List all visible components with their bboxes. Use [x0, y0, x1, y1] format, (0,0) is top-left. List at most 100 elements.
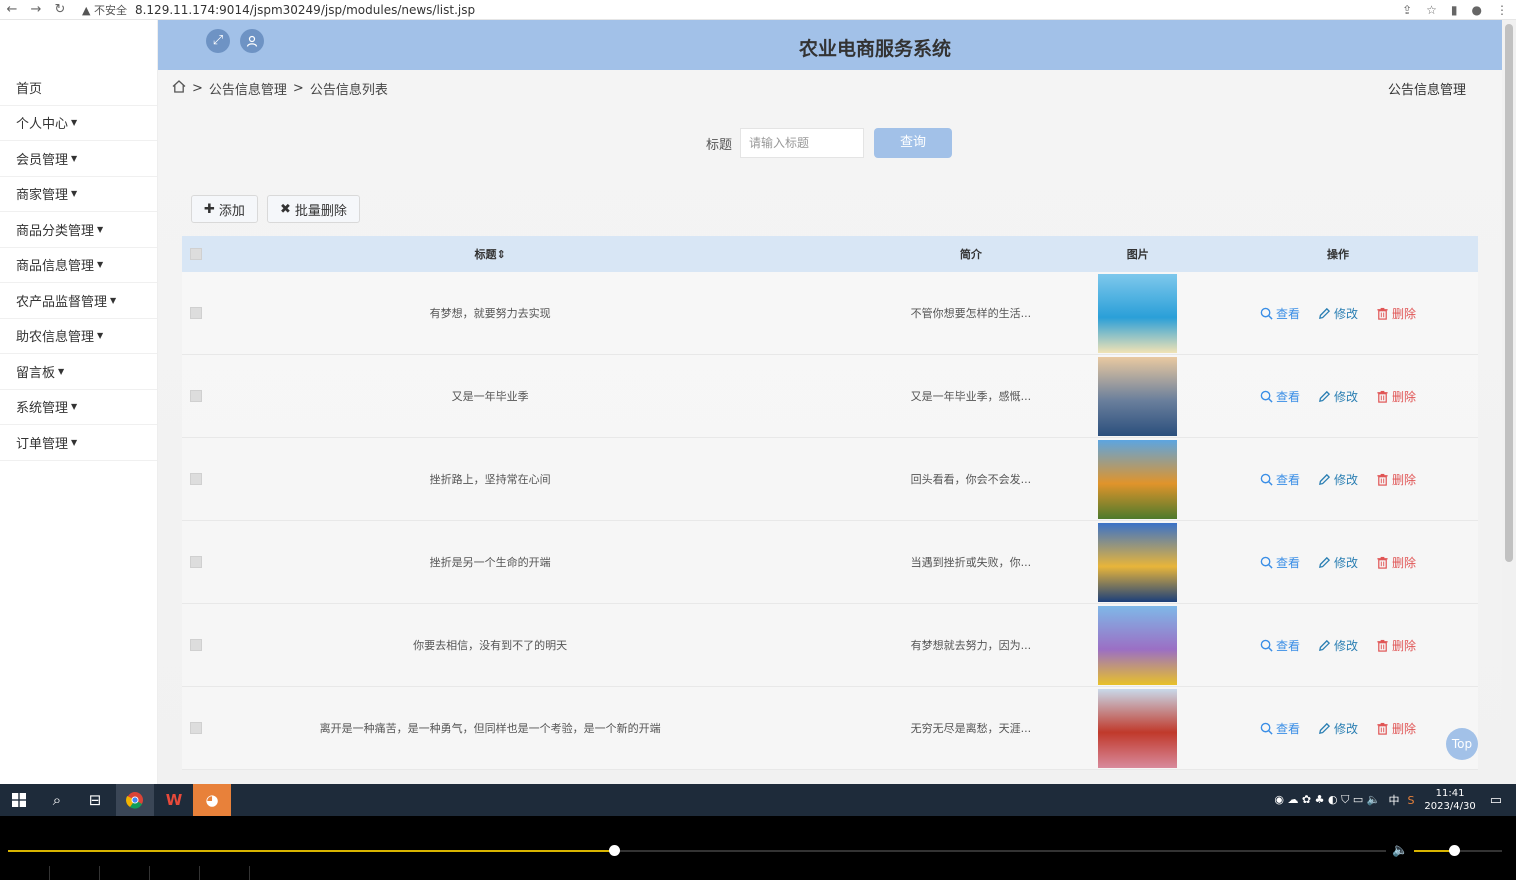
row-thumbnail[interactable]: [1098, 439, 1178, 519]
header-title[interactable]: 标题⇕: [210, 246, 770, 262]
scrollbar-thumb[interactable]: [1505, 24, 1513, 562]
row-intro: 当遇到挫折或失败，你...: [910, 556, 1032, 569]
delete-button[interactable]: 删除: [1376, 471, 1416, 488]
player-tab[interactable]: [0, 866, 50, 880]
view-button[interactable]: 查看: [1260, 720, 1300, 737]
caret-down-icon: ▼: [71, 402, 78, 412]
search-icon[interactable]: ⌕: [38, 784, 76, 816]
table-row: 有梦想，就要努力去实现 不管你想要怎样的生活... 查看 修改 删除: [182, 272, 1478, 355]
query-button[interactable]: 查询: [874, 128, 953, 158]
row-checkbox[interactable]: [190, 473, 202, 485]
sidebar-item-label: 订单管理: [16, 436, 69, 452]
breadcrumb-separator: >: [292, 81, 304, 96]
edit-button[interactable]: 修改: [1318, 471, 1358, 488]
page-scrollbar[interactable]: [1502, 20, 1516, 784]
edit-label: 修改: [1333, 638, 1358, 653]
row-checkbox[interactable]: [190, 639, 202, 651]
video-progress-bar[interactable]: [8, 845, 1386, 856]
edit-button[interactable]: 修改: [1318, 637, 1358, 654]
view-button[interactable]: 查看: [1260, 554, 1300, 571]
ime-indicator[interactable]: 中: [1388, 792, 1399, 808]
title-search-input[interactable]: [740, 128, 865, 158]
row-thumbnail[interactable]: [1098, 688, 1178, 768]
side-panel-icon[interactable]: ▮: [1451, 3, 1458, 17]
row-checkbox[interactable]: [190, 307, 202, 319]
sidebar-item[interactable]: 订单管理 ▼: [0, 425, 157, 461]
sidebar-item[interactable]: 系统管理 ▼: [0, 390, 157, 425]
row-checkbox[interactable]: [190, 390, 202, 402]
task-view-icon[interactable]: ⊟: [76, 784, 114, 816]
table-header: 标题⇕ 简介 图片 操作: [182, 236, 1478, 272]
volume-knob[interactable]: [1448, 845, 1460, 856]
trash-icon: [1376, 639, 1389, 652]
security-warning[interactable]: ▲ 不安全: [82, 2, 127, 18]
player-tab[interactable]: [150, 866, 200, 880]
delete-button[interactable]: 删除: [1376, 637, 1416, 654]
home-icon[interactable]: [172, 80, 186, 97]
delete-button[interactable]: 删除: [1376, 554, 1416, 571]
trash-icon: [1376, 473, 1389, 486]
row-thumbnail[interactable]: [1098, 605, 1178, 685]
batch-delete-button[interactable]: ✖ 批量删除: [267, 195, 360, 223]
bookmark-star-icon[interactable]: ☆: [1426, 3, 1437, 17]
row-thumbnail[interactable]: [1098, 356, 1178, 436]
sidebar-item[interactable]: 商家管理 ▼: [0, 177, 157, 212]
caret-down-icon: ▼: [71, 153, 78, 163]
wps-icon[interactable]: W: [155, 784, 193, 816]
sogou-icon[interactable]: S: [1407, 794, 1414, 807]
sort-icon[interactable]: ⇕: [497, 248, 506, 261]
player-tab[interactable]: [200, 866, 250, 880]
back-to-top-button[interactable]: Top: [1446, 728, 1478, 760]
wechat-icon[interactable]: ◕: [193, 784, 231, 816]
edit-button[interactable]: 修改: [1318, 554, 1358, 571]
breadcrumb-level2: 公告信息列表: [309, 83, 388, 98]
windows-taskbar: ⌕ ⊟ W ◕ ◉ ☁ ✿ ♣ ◐ ⛉ ▭ 🔈 中 S 11:41 2023/4…: [0, 784, 1516, 816]
profile-icon[interactable]: ●: [1472, 3, 1482, 17]
delete-button[interactable]: 删除: [1376, 720, 1416, 737]
forward-icon[interactable]: →: [24, 2, 48, 17]
edit-button[interactable]: 修改: [1318, 388, 1358, 405]
row-thumbnail[interactable]: [1098, 522, 1178, 602]
windows-start-icon[interactable]: [0, 784, 38, 816]
row-checkbox[interactable]: [190, 556, 202, 568]
row-checkbox[interactable]: [190, 722, 202, 734]
view-button[interactable]: 查看: [1260, 305, 1300, 322]
sidebar-item-label: 首页: [16, 81, 43, 97]
player-tab[interactable]: [100, 866, 150, 880]
view-button[interactable]: 查看: [1260, 471, 1300, 488]
add-button[interactable]: ✚ 添加: [191, 195, 258, 223]
chrome-icon[interactable]: [116, 784, 154, 816]
sidebar-item[interactable]: 商品信息管理 ▼: [0, 248, 157, 283]
player-tab[interactable]: [50, 866, 100, 880]
tray-apps-icon[interactable]: ◉ ☁ ✿ ♣ ◐ ⛉ ▭ 🔈: [1274, 793, 1380, 807]
sidebar-item[interactable]: 会员管理 ▼: [0, 141, 157, 177]
edit-button[interactable]: 修改: [1318, 305, 1358, 322]
view-button[interactable]: 查看: [1260, 637, 1300, 654]
volume-slider[interactable]: [1414, 845, 1502, 856]
notification-icon[interactable]: ▭: [1490, 793, 1502, 808]
sidebar-item[interactable]: 首页: [0, 70, 157, 106]
sidebar-item[interactable]: 个人中心 ▼: [0, 106, 157, 141]
caret-down-icon: ▼: [71, 437, 78, 447]
edit-button[interactable]: 修改: [1318, 720, 1358, 737]
breadcrumb-level1[interactable]: 公告信息管理: [209, 79, 287, 98]
delete-button[interactable]: 删除: [1376, 388, 1416, 405]
delete-button[interactable]: 删除: [1376, 305, 1416, 322]
video-progress-knob[interactable]: [609, 845, 621, 856]
sidebar-item[interactable]: 商品分类管理 ▼: [0, 212, 157, 248]
address-bar[interactable]: 8.129.11.174:9014/jspm30249/jsp/modules/…: [135, 3, 475, 17]
sidebar-item[interactable]: 助农信息管理 ▼: [0, 319, 157, 354]
view-button[interactable]: 查看: [1260, 388, 1300, 405]
reload-icon[interactable]: ↻: [48, 2, 72, 17]
back-icon[interactable]: ←: [0, 2, 24, 17]
sidebar-item[interactable]: 留言板 ▼: [0, 354, 157, 390]
sidebar-item[interactable]: 农产品监督管理 ▼: [0, 283, 157, 319]
caret-down-icon: ▼: [71, 189, 78, 199]
system-clock[interactable]: 11:41 2023/4/30: [1424, 787, 1475, 813]
row-thumbnail[interactable]: [1098, 273, 1178, 353]
share-icon[interactable]: ⇪: [1402, 3, 1412, 17]
more-menu-icon[interactable]: ⋮: [1496, 3, 1508, 17]
volume-icon[interactable]: 🔈: [1392, 843, 1408, 858]
select-all-checkbox[interactable]: [190, 248, 202, 260]
news-table: 标题⇕ 简介 图片 操作 有梦想，就要努力去实现 不管你想要怎样的生活... 查看修…: [182, 236, 1478, 770]
